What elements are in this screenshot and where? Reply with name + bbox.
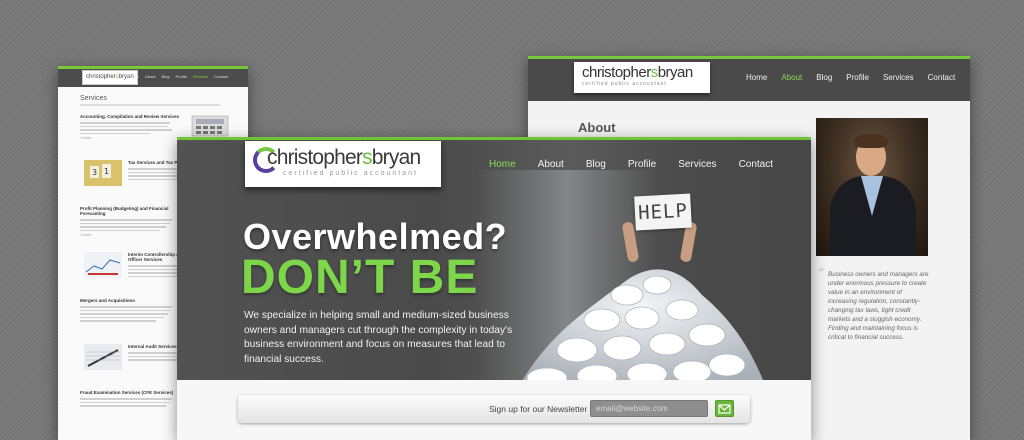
services-title: Services	[80, 95, 107, 102]
logo-name: christophersbryan	[267, 146, 421, 169]
newsletter-bar: Sign up for our Newsletter	[238, 395, 750, 423]
help-sign: HELP	[634, 193, 692, 231]
nav-profile[interactable]: Profile	[176, 74, 187, 79]
nav-contact[interactable]: Contact	[928, 73, 956, 82]
nav-home[interactable]: Home	[489, 159, 516, 170]
nav-profile[interactable]: Profile	[846, 73, 869, 82]
nav-services[interactable]: Services	[678, 159, 716, 170]
nav-contact[interactable]: Contact	[739, 159, 773, 170]
nav-profile[interactable]: Profile	[628, 159, 656, 170]
nav-blog[interactable]: Blog	[586, 159, 606, 170]
about-nav: Home About Blog Profile Services Contact	[746, 73, 955, 82]
envelope-icon	[718, 404, 731, 414]
nav-about[interactable]: About	[781, 73, 802, 82]
nav-blog[interactable]: Blog	[816, 73, 832, 82]
services-intro-line	[80, 104, 220, 106]
about-logo[interactable]: christophersbryan certified public accou…	[574, 62, 710, 93]
portrait-photo	[816, 118, 928, 256]
home-page-preview: HELP christophersbryan certified public …	[177, 137, 811, 440]
nav-home[interactable]: Home	[128, 74, 139, 79]
newsletter-submit-button[interactable]	[715, 400, 734, 417]
hero-body-text: We specialize in helping small and mediu…	[244, 310, 513, 365]
pen-document-image	[84, 344, 122, 370]
nav-about[interactable]: About	[538, 159, 564, 170]
portrait-hair	[854, 134, 888, 148]
services-header: christophersbryan Home About Blog Profil…	[58, 69, 248, 87]
about-quote: Business owners and managers are under e…	[828, 271, 929, 341]
logo-first: christopher	[86, 74, 116, 80]
nav-contact[interactable]: Contact	[214, 74, 228, 79]
nav-services[interactable]: Services	[193, 74, 208, 79]
hero-section: HELP christophersbryan certified public …	[177, 140, 811, 380]
service-title[interactable]: Profit Planning (Budgeting) and Financia…	[80, 206, 170, 216]
chart-document-image	[84, 252, 122, 278]
about-title: About	[578, 120, 616, 135]
logo-name: christophersbryan	[582, 64, 693, 81]
quote-mark-icon: “	[818, 266, 825, 280]
nav-blog[interactable]: Blog	[162, 74, 170, 79]
nav-about[interactable]: About	[145, 74, 155, 79]
calculator-image	[191, 115, 229, 137]
services-nav: Home About Blog Profile Services Contact	[128, 74, 228, 79]
newsletter-label: Sign up for our Newsletter	[489, 404, 588, 414]
paper-pile-image	[522, 269, 764, 380]
home-nav: Home About Blog Profile Services Contact	[489, 159, 773, 170]
svg-text:3: 3	[92, 168, 97, 177]
nav-services[interactable]: Services	[883, 73, 914, 82]
logo-tagline: certified public accountant	[283, 170, 418, 177]
nav-home[interactable]: Home	[746, 73, 767, 82]
newsletter-email-input[interactable]	[590, 400, 708, 417]
about-header: christophersbryan certified public accou…	[528, 59, 970, 101]
svg-text:1: 1	[104, 167, 109, 176]
calendar-image: 31	[84, 160, 122, 186]
logo-tagline: certified public accountant	[582, 81, 667, 87]
home-logo[interactable]: christophersbryan certified public accou…	[245, 141, 441, 187]
hero-subheadline: DON’T BE	[241, 251, 479, 304]
